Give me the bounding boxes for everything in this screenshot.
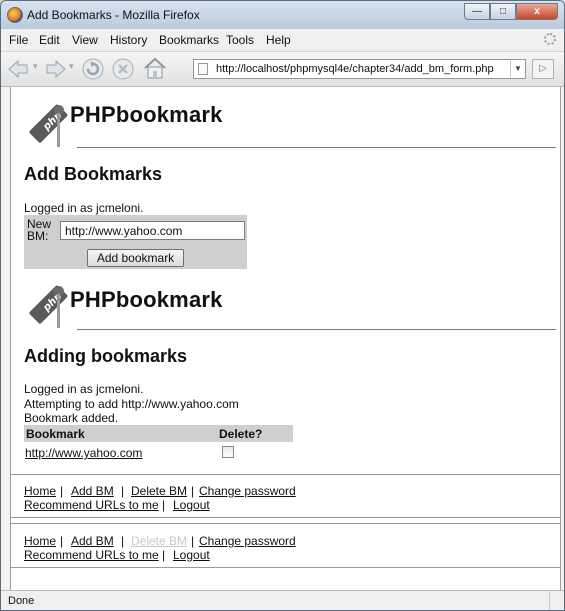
menu-file[interactable]: File [9, 33, 28, 47]
bookmark-table-header: Bookmark Delete? [24, 425, 293, 442]
add-bm-link[interactable]: Add BM [71, 484, 114, 498]
window-title: Add Bookmarks - Mozilla Firefox [27, 8, 200, 22]
bookmark-link[interactable]: http://www.yahoo.com [25, 446, 142, 460]
menu-bookmarks[interactable]: Bookmarks [159, 33, 219, 47]
status-message: Logged in as jcmeloni. [24, 382, 144, 396]
home-link[interactable]: Home [24, 484, 56, 498]
firefox-icon [7, 7, 23, 23]
browser-window: Add Bookmarks - Mozilla Firefox — □ x Fi… [0, 0, 565, 611]
status-text: Done [8, 595, 35, 607]
page-content: php PHPbookmark Add Bookmarks Logged in … [10, 87, 561, 590]
add-bookmark-form: NewBM: Add bookmark [24, 215, 247, 269]
menu-divider [11, 474, 560, 475]
bookmark-column-header: Bookmark [26, 427, 85, 441]
delete-column-header: Delete? [219, 427, 263, 441]
php-logo-icon: php [29, 285, 68, 328]
brand-title: PHPbookmark [70, 287, 223, 312]
page-heading: Adding bookmarks [24, 346, 188, 366]
go-icon[interactable]: ▷ [532, 59, 554, 79]
status-message: Bookmark added. [24, 411, 119, 425]
reload-icon[interactable] [81, 57, 105, 81]
logged-in-text: Logged in as jcmeloni. [24, 201, 144, 215]
maximize-button[interactable]: □ [490, 3, 516, 20]
url-dropdown-icon[interactable]: ▼ [510, 60, 525, 78]
throbber-icon [544, 33, 556, 45]
menu-view[interactable]: View [72, 33, 98, 47]
home-link[interactable]: Home [24, 534, 56, 548]
header-rule [77, 147, 556, 148]
menu-tools[interactable]: Tools [226, 33, 254, 47]
change-password-link[interactable]: Change password [199, 534, 296, 548]
delete-bm-link[interactable]: Delete BM [131, 484, 187, 498]
menu-help[interactable]: Help [266, 33, 291, 47]
menu-edit[interactable]: Edit [39, 33, 60, 47]
logout-link[interactable]: Logout [173, 548, 210, 562]
new-bm-label: New BM: [27, 217, 52, 243]
back-dropdown-icon[interactable]: ▾ [33, 61, 38, 72]
window-controls: — □ x [464, 3, 558, 21]
stop-icon[interactable] [111, 57, 135, 81]
page-heading: Add Bookmarks [24, 164, 163, 184]
back-arrow-icon[interactable] [7, 59, 31, 79]
menu-bar: File Edit View History Bookmarks Tools H… [1, 29, 564, 52]
status-bar: Done [1, 590, 564, 610]
delete-bm-link-disabled: Delete BM [131, 534, 188, 548]
add-bm-link[interactable]: Add BM [71, 534, 114, 548]
menu-divider [11, 517, 560, 518]
php-logo-icon: php [29, 104, 68, 147]
resize-grip[interactable] [549, 591, 564, 610]
delete-checkbox[interactable] [222, 446, 234, 458]
logout-link[interactable]: Logout [173, 498, 210, 512]
header-rule [77, 329, 556, 330]
page-icon [198, 63, 208, 75]
status-message: Attempting to add http://www.yahoo.com [24, 397, 239, 411]
recommend-urls-link[interactable]: Recommend URLs to me [24, 548, 159, 562]
menu-divider [11, 567, 560, 568]
title-bar: Add Bookmarks - Mozilla Firefox — □ x [1, 1, 564, 29]
add-bookmark-button[interactable]: Add bookmark [87, 249, 184, 267]
home-icon[interactable] [142, 56, 168, 80]
new-bm-input[interactable] [60, 221, 245, 240]
recommend-urls-link[interactable]: Recommend URLs to me [24, 498, 159, 512]
forward-dropdown-icon[interactable]: ▾ [69, 61, 74, 72]
brand-title: PHPbookmark [70, 102, 223, 127]
minimize-button[interactable]: — [464, 3, 490, 20]
change-password-link[interactable]: Change password [199, 484, 296, 498]
forward-arrow-icon[interactable] [43, 59, 67, 79]
close-button[interactable]: x [516, 3, 558, 20]
menu-divider [11, 523, 560, 524]
url-bar[interactable]: http://localhost/phpmysql4e/chapter34/ad… [193, 59, 526, 79]
url-text: http://localhost/phpmysql4e/chapter34/ad… [216, 63, 494, 75]
menu-history[interactable]: History [110, 33, 147, 47]
navigation-toolbar: ▾ ▾ http://localhost/phpmysql4e/chapter3… [1, 52, 564, 87]
